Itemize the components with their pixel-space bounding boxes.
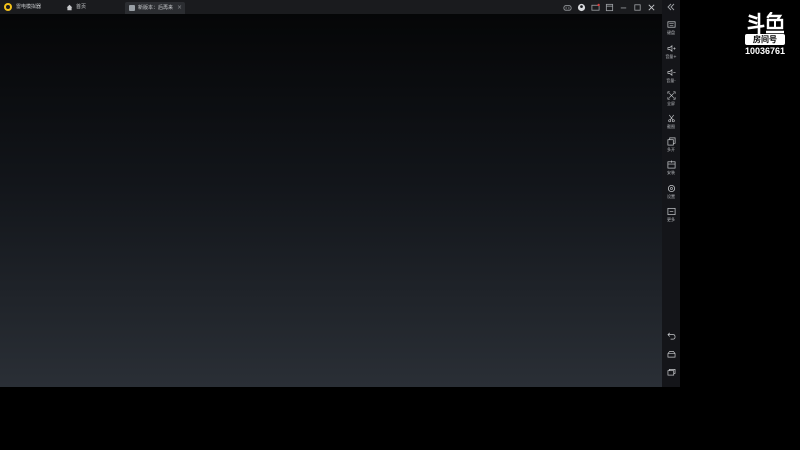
emulator-screen[interactable]	[0, 14, 662, 387]
room-number-label: 房间号	[745, 34, 785, 45]
double-chevron-left-icon[interactable]	[666, 3, 676, 11]
tool-volume-down-label: 音量-	[666, 78, 676, 83]
stream-frame: 雷电模拟器 首页 新版本：后再来 × 键盘 音量+ 音量- 全屏 截图 多开 安…	[0, 0, 800, 450]
tool-settings[interactable]: 设置	[662, 184, 680, 204]
maximize-icon[interactable]	[633, 3, 642, 12]
tool-more[interactable]: 更多	[662, 207, 680, 227]
nav-home-button[interactable]	[666, 349, 676, 358]
user-icon[interactable]	[577, 3, 586, 12]
tool-fullscreen[interactable]: 全屏	[662, 91, 680, 111]
tool-volume-up-label: 音量+	[665, 54, 677, 59]
keyboard-icon	[667, 21, 675, 28]
volume-down-icon	[667, 69, 676, 76]
close-icon[interactable]	[647, 3, 656, 12]
window-icon[interactable]	[605, 3, 614, 12]
title-bar: 雷电模拟器 首页 新版本：后再来 ×	[0, 0, 662, 14]
recent-apps-icon	[667, 368, 675, 375]
tool-multi-instance[interactable]: 多开	[662, 137, 680, 157]
app-brand: 雷电模拟器	[0, 0, 60, 14]
tab-home[interactable]: 首页	[66, 0, 121, 14]
tab-game-label: 新版本：后再来	[138, 5, 174, 11]
settings-icon	[667, 184, 675, 193]
tool-settings-label: 设置	[667, 194, 675, 199]
window-controls	[558, 0, 656, 14]
mail-icon[interactable]	[591, 3, 600, 12]
install-apk-icon	[667, 160, 675, 169]
more-icon	[667, 207, 675, 216]
tool-screenshot[interactable]: 截图	[662, 114, 680, 134]
tool-volume-down[interactable]: 音量-	[662, 68, 680, 88]
nav-back-button[interactable]	[666, 331, 676, 340]
home-icon	[667, 350, 675, 357]
tool-keyboard[interactable]: 键盘	[662, 20, 680, 40]
volume-up-icon	[667, 45, 676, 52]
app-name: 雷电模拟器	[16, 4, 42, 10]
tool-install[interactable]: 安装	[662, 160, 680, 180]
gamepad-icon[interactable]	[563, 3, 572, 12]
back-icon	[666, 332, 675, 339]
tool-more-label: 更多	[667, 217, 675, 222]
tab-close-icon[interactable]: ×	[177, 2, 182, 14]
fullscreen-icon	[667, 91, 675, 100]
tool-volume-up[interactable]: 音量+	[662, 44, 680, 64]
minimize-icon[interactable]	[619, 3, 628, 12]
tool-multi-instance-label: 多开	[667, 147, 675, 152]
tool-keyboard-label: 键盘	[667, 30, 675, 35]
home-icon	[66, 4, 73, 10]
tool-fullscreen-label: 全屏	[667, 101, 675, 106]
tab-home-label: 首页	[76, 4, 87, 10]
douyu-watermark: 房间号 10036761	[739, 12, 791, 58]
game-icon	[129, 5, 135, 11]
emulator-window: 雷电模拟器 首页 新版本：后再来 × 键盘 音量+ 音量- 全屏 截图 多开 安…	[0, 0, 680, 387]
tool-screenshot-label: 截图	[667, 124, 675, 129]
tab-game[interactable]: 新版本：后再来 ×	[125, 2, 185, 14]
emulator-logo-icon	[4, 3, 12, 11]
multi-instance-icon	[667, 137, 675, 146]
nav-recent-button[interactable]	[666, 367, 676, 376]
side-toolbar: 键盘 音量+ 音量- 全屏 截图 多开 安装 设置 更多	[662, 0, 680, 387]
room-id: 10036761	[744, 46, 786, 56]
scissors-icon	[667, 114, 675, 123]
douyu-logo	[747, 12, 784, 34]
tool-install-label: 安装	[667, 170, 675, 175]
